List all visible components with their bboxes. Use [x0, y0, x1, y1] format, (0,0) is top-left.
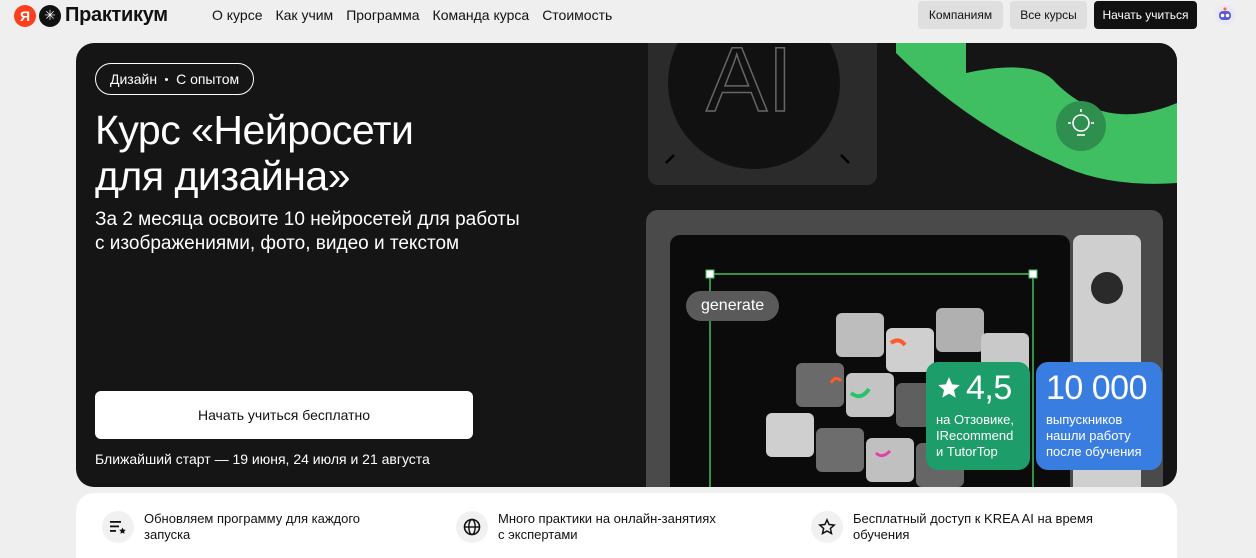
ai-letters: AI: [706, 43, 793, 131]
title-line-2: для дизайна»: [95, 153, 351, 199]
features-strip: Обновляем программу для каждого запуска …: [76, 493, 1177, 558]
nav-how-we-teach[interactable]: Как учим: [275, 7, 333, 23]
page-title: Курс «Нейросети для дизайна»: [95, 107, 565, 199]
feature-3-line-1: Бесплатный доступ к KREA AI на время: [853, 511, 1093, 526]
tag-design: Дизайн: [110, 71, 158, 87]
graduates-line-3: после обучения: [1046, 444, 1142, 459]
graduates-badge: 10 000 выпускников нашли работу после об…: [1036, 362, 1162, 470]
nav-team[interactable]: Команда курса: [433, 7, 530, 23]
nav-program[interactable]: Программа: [346, 7, 419, 23]
feature-1-line-1: Обновляем программу для каждого: [144, 511, 361, 526]
rating-line-2: IRecommend: [936, 428, 1014, 443]
course-tags: Дизайн С опытом: [95, 63, 255, 95]
asterisk-logo-icon: ✳: [39, 4, 61, 27]
graduates-value: 10 000: [1046, 369, 1148, 407]
start-dates: Ближайший старт — 19 июня, 24 июля и 21 …: [95, 451, 430, 467]
top-header: Я ✳ Практикум О курсе Как учим Программа…: [0, 0, 1256, 30]
rating-line-3: и TutorTop: [936, 444, 998, 459]
title-line-1: Курс «Нейросети: [95, 107, 414, 153]
tag-experienced: С опытом: [176, 71, 240, 87]
rating-line-1: на Отзовике,: [936, 412, 1014, 427]
list-star-icon: [102, 511, 134, 543]
user-avatar-icon[interactable]: [1214, 4, 1236, 26]
feature-item: Бесплатный доступ к KREA AI на время обу…: [811, 511, 1123, 543]
feature-item: Много практики на онлайн-занятиях с эксп…: [456, 511, 748, 543]
graduates-line-2: нашли работу: [1046, 428, 1131, 443]
nav-price[interactable]: Стоимость: [542, 7, 612, 23]
subtitle-line-1: За 2 месяца освоите 10 нейросетей для ра…: [95, 209, 520, 230]
star-outline-icon: [811, 511, 843, 543]
nav-about[interactable]: О курсе: [212, 7, 262, 23]
main-nav: О курсе Как учим Программа Команда курса…: [212, 7, 612, 23]
star-icon: [938, 377, 960, 398]
hero-subtitle: За 2 месяца освоите 10 нейросетей для ра…: [95, 208, 565, 256]
generate-label: generate: [686, 291, 780, 321]
praktikum-logo[interactable]: Я ✳ Практикум: [14, 4, 168, 27]
feature-2-line-1: Много практики на онлайн-занятиях: [498, 511, 716, 526]
logo-text: Практикум: [65, 4, 168, 26]
rating-value: 4,5: [966, 369, 1012, 407]
all-courses-button[interactable]: Все курсы: [1010, 1, 1087, 29]
yandex-logo-icon: Я: [14, 4, 36, 27]
feature-item: Обновляем программу для каждого запуска: [102, 511, 394, 543]
tag-separator: [165, 77, 169, 81]
globe-icon: [456, 511, 488, 543]
rating-badge: 4,5 на Отзовике, IRecommend и TutorTop: [926, 362, 1030, 470]
feature-2-line-2: с экспертами: [498, 527, 578, 542]
graduates-line-1: выпускников: [1046, 412, 1123, 427]
start-learning-header-button[interactable]: Начать учиться: [1094, 1, 1197, 29]
companies-button[interactable]: Компаниям: [918, 1, 1003, 29]
subtitle-line-2: с изображениями, фото, видео и текстом: [95, 233, 460, 254]
start-free-button[interactable]: Начать учиться бесплатно: [95, 391, 473, 439]
feature-3-line-2: обучения: [853, 527, 910, 542]
feature-1-line-2: запуска: [144, 527, 191, 542]
